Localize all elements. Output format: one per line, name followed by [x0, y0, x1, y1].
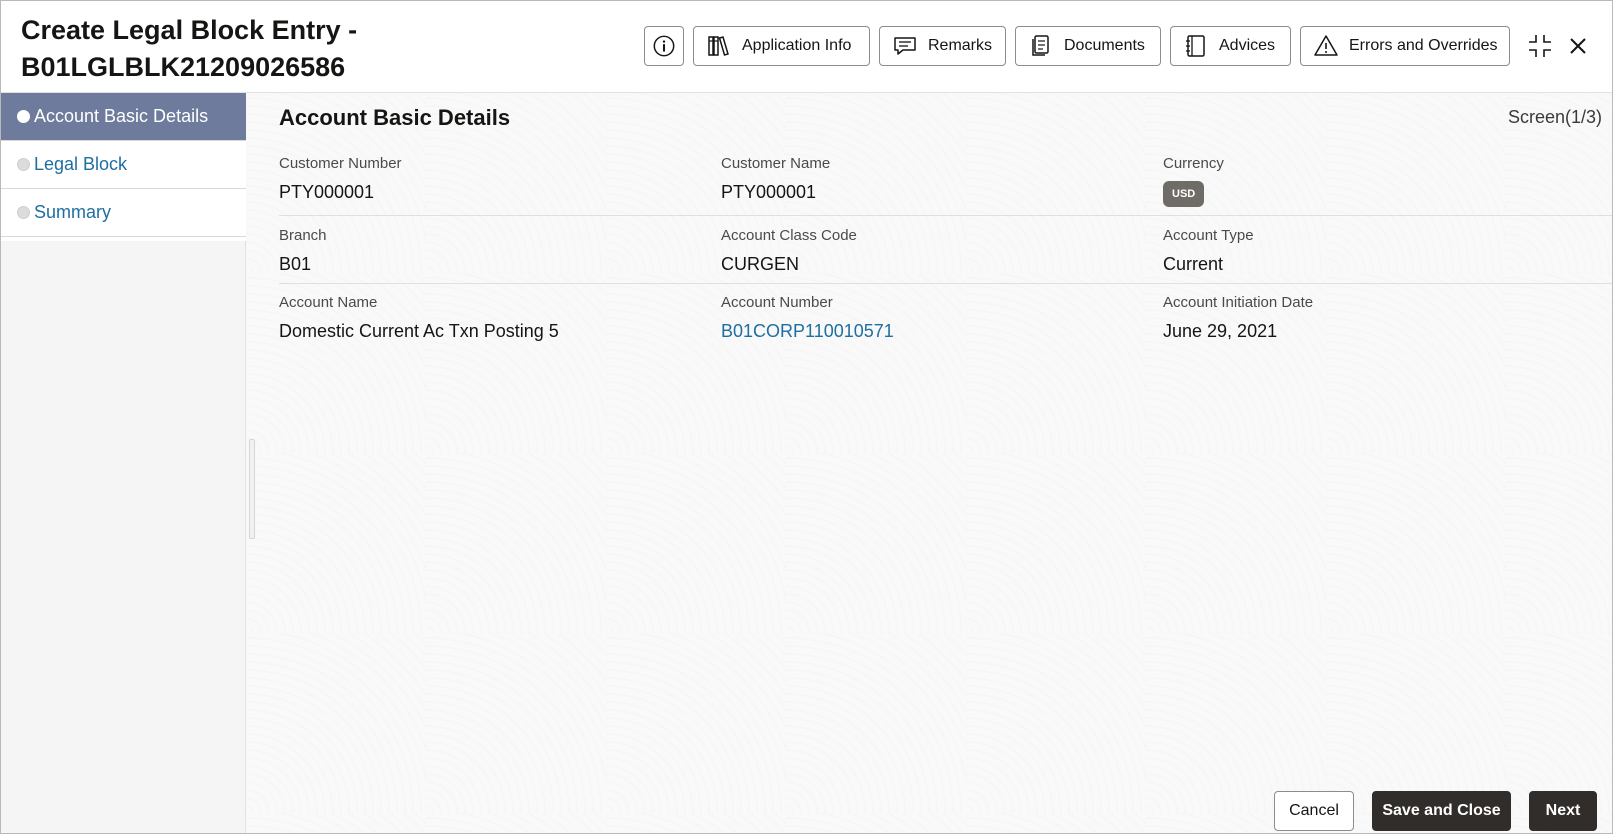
section-title: Account Basic Details [279, 105, 511, 130]
info-icon [653, 35, 675, 57]
documents-icon [1032, 35, 1049, 56]
sidebar-item-label: Summary [34, 202, 112, 222]
close-icon [1570, 38, 1586, 54]
errors-and-overrides-label: Errors and Overrides [1349, 37, 1498, 54]
account-type-value: Current [1163, 254, 1224, 274]
sidebar-item-label: Account Basic Details [34, 106, 209, 126]
collapse-icon [1529, 35, 1551, 57]
currency-label: Currency [1163, 155, 1224, 172]
remarks-label: Remarks [928, 37, 993, 54]
advices-label: Advices [1219, 37, 1276, 54]
row-divider [279, 283, 1612, 284]
customer-name-value: PTY000001 [721, 182, 817, 202]
header: Create Legal Block Entry - B01LGLBLK2120… [1, 1, 1612, 93]
account-number-link[interactable]: B01CORP110010571 [721, 321, 894, 342]
account-type-label: Account Type [1163, 227, 1254, 244]
row-divider [279, 215, 1612, 216]
account-name-label: Account Name [279, 294, 378, 311]
legal-block-window: Create Legal Block Entry - B01LGLBLK2120… [0, 0, 1613, 834]
branch-label: Branch [279, 227, 327, 244]
account-initiation-date-value: June 29, 2021 [1163, 321, 1278, 341]
account-class-code-label: Account Class Code [721, 227, 857, 244]
account-name-value: Domestic Current Ac Txn Posting 5 [279, 321, 559, 341]
warning-icon [1314, 35, 1338, 56]
info-button[interactable] [644, 26, 684, 66]
books-icon [708, 36, 729, 56]
step-dot-icon [17, 158, 30, 171]
account-number-label: Account Number [721, 294, 833, 311]
comment-icon [894, 37, 916, 55]
page-title: Create Legal Block Entry - B01LGLBLK2120… [21, 12, 541, 86]
notebook-icon [1186, 35, 1205, 57]
step-dot-icon [17, 206, 30, 219]
page-title-line1: Create Legal Block Entry - [21, 15, 358, 45]
branch-value: B01 [279, 254, 312, 274]
errors-and-overrides-button[interactable]: Errors and Overrides [1300, 26, 1510, 66]
customer-number-value: PTY000001 [279, 182, 375, 202]
collapse-button[interactable] [1525, 31, 1555, 61]
customer-number-label: Customer Number [279, 155, 402, 172]
sidebar-item-legal-block[interactable]: Legal Block [1, 141, 246, 189]
next-button[interactable]: Next [1529, 791, 1597, 831]
save-and-close-button[interactable]: Save and Close [1372, 791, 1511, 831]
screen-indicator: Screen(1/3) [1507, 107, 1602, 127]
panel-resize-handle[interactable] [249, 439, 255, 539]
customer-name-label: Customer Name [721, 155, 831, 172]
page-title-line2: B01LGLBLK21209026586 [21, 52, 346, 82]
account-class-code-value: CURGEN [721, 254, 800, 274]
advices-button[interactable]: Advices [1170, 26, 1291, 66]
remarks-button[interactable]: Remarks [879, 26, 1006, 66]
sidebar-item-label: Legal Block [34, 154, 128, 174]
documents-label: Documents [1064, 37, 1145, 54]
account-initiation-date-label: Account Initiation Date [1163, 294, 1314, 311]
application-info-label: Application Info [742, 37, 852, 54]
close-button[interactable] [1564, 32, 1592, 60]
sidebar: Account Basic Details Legal Block Summar… [1, 93, 246, 833]
sidebar-item-summary[interactable]: Summary [1, 189, 246, 237]
documents-button[interactable]: Documents [1015, 26, 1161, 66]
currency-badge: USD [1163, 181, 1205, 207]
sidebar-item-account-basic-details[interactable]: Account Basic Details [1, 93, 246, 141]
step-dot-icon [17, 110, 30, 123]
application-info-button[interactable]: Application Info [693, 26, 870, 66]
main-content: Account Basic Details Screen(1/3) Custom… [246, 93, 1612, 833]
cancel-button[interactable]: Cancel [1274, 791, 1354, 831]
